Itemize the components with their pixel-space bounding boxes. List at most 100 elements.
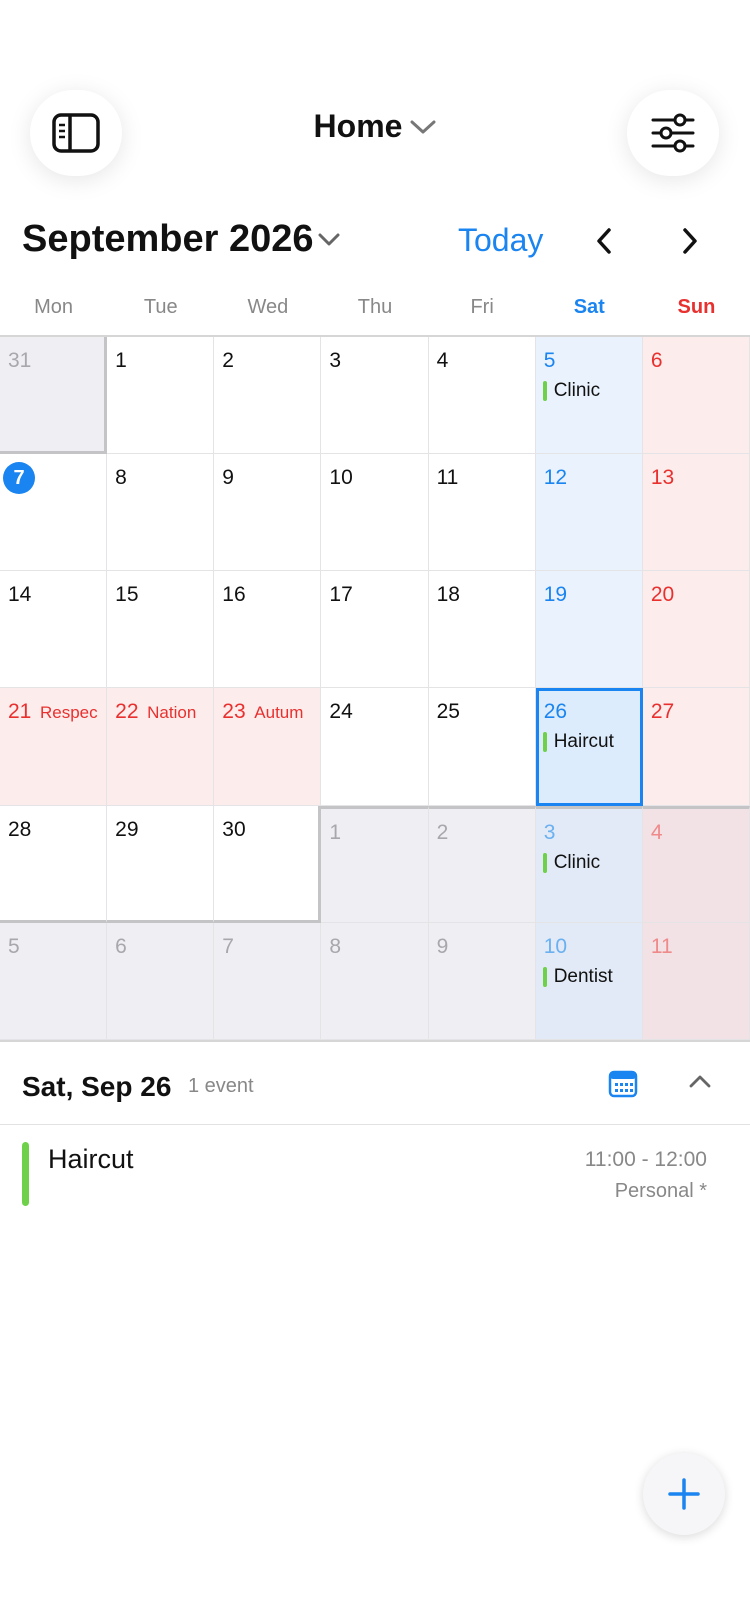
plus-icon [668, 1478, 700, 1510]
day-number: 15 [115, 583, 139, 607]
day-cell[interactable]: 4 [428, 337, 536, 455]
top-bar: Home [0, 0, 750, 200]
day-number: 26 [543, 700, 568, 724]
day-number: 11 [650, 934, 673, 958]
day-cell[interactable]: 2 [428, 805, 536, 923]
weekday-label: Thu [357, 296, 393, 318]
day-number: 3 [329, 349, 342, 372]
day-cell[interactable]: 24 [321, 688, 429, 806]
day-number: 20 [650, 583, 675, 607]
day-cell[interactable]: 18 [428, 571, 536, 689]
day-number: 22 [115, 700, 139, 724]
day-number: 19 [543, 583, 568, 607]
day-cell[interactable]: 30 [214, 805, 322, 923]
day-cell[interactable]: 16 [214, 571, 322, 689]
month-label[interactable]: September 2026 [22, 218, 314, 261]
day-cell[interactable]: 5 [0, 922, 108, 1040]
calendar-icon[interactable] [608, 1070, 638, 1098]
calendar-title: Home [313, 108, 403, 144]
day-cell[interactable]: 3 Clinic [535, 805, 643, 923]
day-cell[interactable]: 27 [642, 688, 750, 806]
chevron-up-icon[interactable] [688, 1073, 712, 1089]
day-cell[interactable]: 8 [107, 454, 215, 572]
day-number: 8 [329, 934, 342, 958]
day-cell[interactable]: 12 [535, 454, 643, 572]
sliders-icon [651, 113, 695, 153]
day-cell[interactable]: 1 [107, 337, 215, 455]
day-number: 10 [329, 466, 353, 490]
day-cell[interactable]: 26 Haircut [535, 688, 643, 806]
chevron-down-icon[interactable] [318, 233, 340, 247]
event-time: 11:00 - 12:00 [584, 1148, 707, 1171]
day-number: 1 [115, 349, 127, 372]
event-color-bar [542, 732, 547, 753]
day-cell[interactable]: 10 Dentist [535, 922, 643, 1040]
day-cell[interactable]: 9 [428, 922, 536, 1040]
day-number: 27 [650, 700, 675, 724]
day-detail-header: Sat, Sep 26 1 event [0, 1043, 750, 1125]
event-count: 1 event [188, 1075, 254, 1097]
day-number: 11 [436, 466, 459, 490]
event-chip-title: Clinic [553, 851, 601, 873]
today-button[interactable]: Today [458, 222, 543, 259]
today-indicator: 7 [3, 462, 35, 495]
day-number: 18 [436, 583, 460, 607]
day-cell[interactable]: 10 [321, 454, 429, 572]
add-event-button[interactable] [643, 1453, 725, 1535]
selected-date: Sat, Sep 26 [22, 1071, 172, 1102]
day-cell[interactable]: 4 [642, 805, 750, 923]
day-number: 7 [222, 934, 234, 958]
calendar-event-chip[interactable]: Clinic [542, 851, 601, 874]
day-cell[interactable]: 22 Nation [107, 688, 215, 806]
day-cell[interactable]: 6 [642, 337, 750, 455]
day-cell[interactable]: 3 [321, 337, 429, 455]
day-cell[interactable]: 29 [107, 805, 215, 923]
day-cell[interactable]: 20 [642, 571, 750, 689]
weekday-label-saturday: Sat [573, 296, 605, 318]
day-number: 1 [329, 820, 342, 844]
day-number: 21 [8, 700, 32, 724]
day-cell[interactable]: 23 Autum [214, 688, 322, 806]
day-cell[interactable]: 8 [321, 922, 429, 1040]
day-cell[interactable]: 31 [0, 337, 108, 455]
day-number: 14 [8, 583, 32, 607]
event-list-item[interactable]: Haircut 11:00 - 12:00 Personal * [0, 1130, 750, 1210]
day-cell[interactable]: 6 [107, 922, 215, 1040]
weekday-label: Fri [470, 296, 494, 318]
weekday-label: Wed [247, 296, 289, 318]
day-number: 12 [543, 466, 568, 490]
day-cell[interactable]: 1 [321, 805, 429, 923]
event-chip-title: Haircut [553, 731, 614, 753]
event-color-bar [22, 1142, 29, 1206]
day-cell[interactable]: 17 [321, 571, 429, 689]
event-color-bar [542, 381, 547, 401]
day-cell[interactable]: 5 Clinic [535, 337, 643, 455]
chevron-left-icon[interactable] [590, 226, 620, 256]
holiday-label: Nation [147, 703, 197, 723]
day-cell[interactable]: 9 [214, 454, 322, 572]
day-cell[interactable]: 28 [0, 805, 108, 923]
calendar-event-chip[interactable]: Clinic [542, 380, 600, 402]
calendar-event-chip[interactable]: Dentist [542, 966, 613, 988]
day-cell[interactable]: 7 [214, 922, 322, 1040]
day-cell[interactable]: 15 [107, 571, 215, 689]
day-number: 6 [650, 349, 663, 372]
filter-button[interactable] [627, 90, 719, 176]
day-number: 10 [543, 934, 568, 958]
month-grid: 31 1 2 3 4 5 Clinic 6 7 8 9 10 11 12 13 14 15 16 17 18 19 20 2… [0, 335, 750, 1042]
day-cell[interactable]: 13 [642, 454, 750, 572]
calendar-event-chip[interactable]: Haircut [542, 731, 614, 753]
day-cell[interactable]: 7 [0, 454, 108, 572]
day-cell[interactable]: 14 [0, 571, 108, 689]
day-cell[interactable]: 2 [214, 337, 322, 455]
day-number: 5 [543, 349, 556, 372]
event-color-bar [542, 966, 547, 987]
chevron-right-icon[interactable] [674, 226, 704, 256]
day-cell[interactable]: 11 [642, 922, 750, 1040]
day-number: 16 [222, 583, 246, 607]
day-cell[interactable]: 25 [428, 688, 536, 806]
day-cell[interactable]: 11 [428, 454, 536, 572]
day-cell[interactable]: 21 Respec [0, 688, 108, 806]
holiday-label: Autum [254, 703, 304, 723]
day-cell[interactable]: 19 [535, 571, 643, 689]
